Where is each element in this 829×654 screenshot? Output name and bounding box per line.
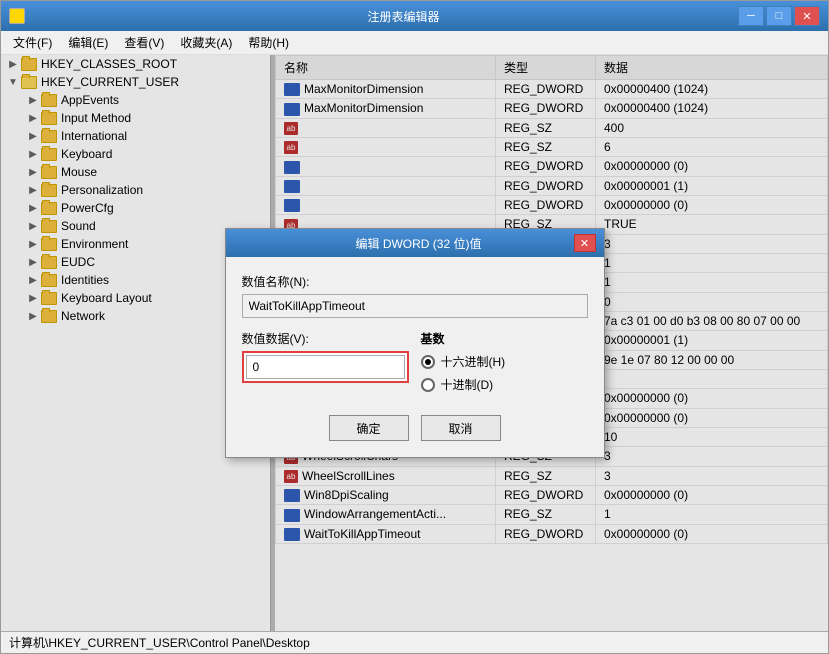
window-title: 注册表编辑器 xyxy=(69,8,738,25)
dialog-value-input[interactable] xyxy=(246,355,405,379)
menu-help[interactable]: 帮助(H) xyxy=(240,32,297,53)
dialog-value-label: 数值数据(V): xyxy=(242,330,409,347)
dialog-overlay: 编辑 DWORD (32 位)值 ✕ 数值名称(N): 数值数据(V): xyxy=(1,55,828,631)
dialog-title-bar: 编辑 DWORD (32 位)值 ✕ xyxy=(226,229,604,257)
radio-dec-label: 十进制(D) xyxy=(441,376,494,393)
dialog-base-label: 基数 xyxy=(421,330,588,347)
menu-edit[interactable]: 编辑(E) xyxy=(60,32,116,53)
menu-bar: 文件(F) 编辑(E) 查看(V) 收藏夹(A) 帮助(H) xyxy=(1,31,828,55)
main-content: ▶ HKEY_CLASSES_ROOT ▼ HKEY_CURRENT_USER … xyxy=(1,55,828,631)
app-icon xyxy=(9,8,25,24)
title-bar-buttons: ─ □ ✕ xyxy=(738,6,820,26)
menu-file[interactable]: 文件(F) xyxy=(5,32,60,53)
radio-hex-circle[interactable] xyxy=(421,355,435,369)
dialog-cancel-button[interactable]: 取消 xyxy=(421,415,501,441)
dialog-value-section: 数值数据(V): xyxy=(242,330,409,383)
menu-view[interactable]: 查看(V) xyxy=(116,32,172,53)
dialog-ok-button[interactable]: 确定 xyxy=(329,415,409,441)
dialog-base-section: 基数 十六进制(H) 十进制(D) xyxy=(421,330,588,399)
dialog-name-input[interactable] xyxy=(242,294,588,318)
edit-dword-dialog: 编辑 DWORD (32 位)值 ✕ 数值名称(N): 数值数据(V): xyxy=(225,228,605,458)
dialog-title-text: 编辑 DWORD (32 位)值 xyxy=(264,235,574,252)
dialog-close-button[interactable]: ✕ xyxy=(574,234,596,252)
menu-favorites[interactable]: 收藏夹(A) xyxy=(172,32,240,53)
status-bar: 计算机\HKEY_CURRENT_USER\Control Panel\Desk… xyxy=(1,631,828,653)
dialog-body: 数值名称(N): 数值数据(V): 基数 xyxy=(226,257,604,457)
minimize-button[interactable]: ─ xyxy=(738,6,764,26)
radio-dec-row[interactable]: 十进制(D) xyxy=(421,376,588,393)
main-window: 注册表编辑器 ─ □ ✕ 文件(F) 编辑(E) 查看(V) 收藏夹(A) 帮助… xyxy=(0,0,829,654)
title-bar: 注册表编辑器 ─ □ ✕ xyxy=(1,1,828,31)
dialog-buttons: 确定 取消 xyxy=(242,415,588,441)
dialog-row: 数值数据(V): 基数 十六进制(H) xyxy=(242,330,588,399)
maximize-button[interactable]: □ xyxy=(766,6,792,26)
close-button[interactable]: ✕ xyxy=(794,6,820,26)
radio-hex-label: 十六进制(H) xyxy=(441,353,506,370)
dialog-name-label: 数值名称(N): xyxy=(242,273,588,290)
status-text: 计算机\HKEY_CURRENT_USER\Control Panel\Desk… xyxy=(9,634,310,651)
dialog-value-input-wrap xyxy=(242,351,409,383)
radio-hex-row[interactable]: 十六进制(H) xyxy=(421,353,588,370)
radio-dec-circle[interactable] xyxy=(421,378,435,392)
